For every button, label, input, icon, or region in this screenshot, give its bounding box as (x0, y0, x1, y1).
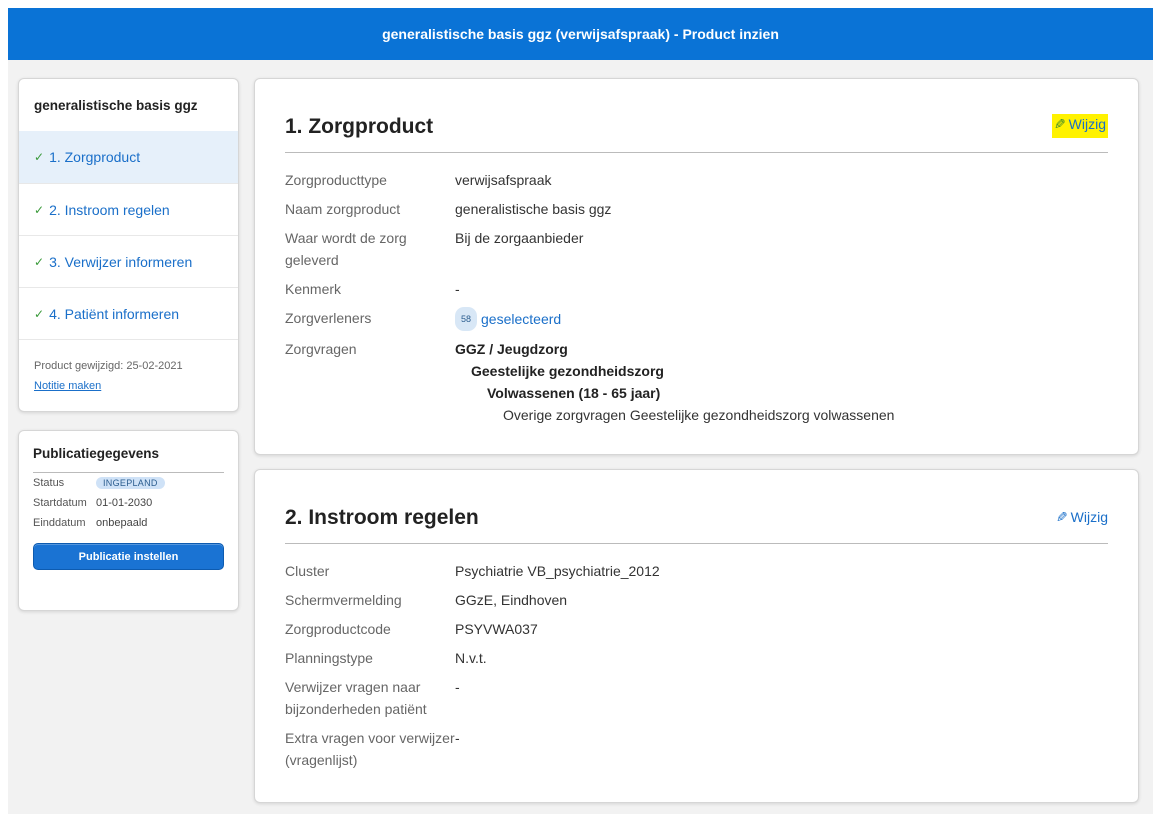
sidebar-item-label: 4. Patiënt informeren (49, 305, 180, 322)
detail-row: Zorgverleners 58 geselecteerd (285, 307, 1108, 331)
detail-value: N.v.t. (455, 650, 487, 666)
section-header: 2. Instroom regelen ✎ Wijzig (285, 506, 1108, 544)
start-value: 01-01-2030 (96, 497, 153, 509)
detail-key: Waar wordt de zorg geleverd (285, 230, 407, 268)
detail-value: - (455, 281, 460, 297)
tree-node: GGZ / Jeugdzorg (455, 341, 568, 357)
section-zorgproduct: 1. Zorgproduct ✎ Wijzig Zorgproducttype … (254, 78, 1139, 455)
edit-label: Wijzig (1070, 509, 1108, 525)
detail-key: Planningstype (285, 650, 373, 666)
tree-node: Geestelijke gezondheidszorg (471, 363, 664, 379)
end-label: Einddatum (33, 517, 86, 529)
detail-value: verwijsafspraak (455, 172, 552, 188)
detail-value: PSYVWA037 (455, 621, 538, 637)
detail-key: Zorgverleners (285, 310, 372, 326)
edit-instroom-link[interactable]: ✎ Wijzig (1056, 506, 1108, 543)
page-title: generalistische basis ggz (verwijsafspra… (382, 26, 779, 42)
sidebar-nav: generalistische basis ggz ✓ 1. Zorgprodu… (18, 78, 239, 412)
section-title: 2. Instroom regelen (285, 506, 479, 529)
end-row: Einddatum onbepaald (33, 513, 224, 533)
detail-value: - (455, 679, 460, 695)
detail-value: GGzE, Eindhoven (455, 592, 568, 608)
detail-key: Zorgproductcode (285, 621, 391, 637)
detail-key: Verwijzer vragen naar bijzonderheden pat… (285, 679, 427, 717)
detail-key: Cluster (285, 563, 330, 579)
pencil-icon: ✎ (1053, 116, 1066, 132)
detail-key: Naam zorgproduct (285, 201, 401, 217)
sidebar-item-label: 3. Verwijzer informeren (49, 253, 193, 270)
detail-key: Zorgproducttype (285, 172, 387, 188)
publication-card: Publicatiegegevens Status INGEPLAND Star… (18, 430, 239, 611)
check-icon: ✓ (34, 202, 45, 217)
check-icon: ✓ (34, 150, 45, 164)
end-value: onbepaald (96, 517, 148, 529)
pencil-icon: ✎ (1055, 509, 1068, 525)
page-header: generalistische basis ggz (verwijsafspra… (8, 8, 1153, 60)
detail-row: Schermvermelding GGzE, Eindhoven (285, 589, 1108, 611)
product-meta: Product gewijzigd: 25-02-2021 Notitie ma… (19, 339, 238, 413)
start-row: Startdatum 01-01-2030 (33, 493, 224, 513)
note-link[interactable]: Notitie maken (34, 380, 101, 392)
check-icon: ✓ (34, 306, 45, 321)
status-row: Status INGEPLAND (33, 473, 224, 493)
sidebar-title: generalistische basis ggz (34, 98, 198, 113)
selected-providers-link[interactable]: geselecteerd (481, 311, 561, 327)
tree-node: Volwassenen (18 - 65 jaar) (487, 385, 661, 401)
detail-value: Bij de zorgaanbieder (455, 230, 584, 246)
detail-row: Naam zorgproduct generalistische basis g… (285, 198, 1108, 220)
detail-row: Kenmerk - (285, 278, 1108, 300)
status-label: Status (33, 477, 65, 489)
detail-value: generalistische basis ggz (455, 201, 612, 217)
detail-value: - (455, 730, 460, 746)
detail-key: Zorgvragen (285, 341, 357, 357)
detail-row: Extra vragen voor verwijzer (vragenlijst… (285, 727, 1108, 771)
check-icon: ✓ (34, 254, 45, 269)
care-questions-tree: GGZ / Jeugdzorg Geestelijke gezondheidsz… (455, 338, 894, 426)
detail-row: Waar wordt de zorg geleverd Bij de zorga… (285, 227, 1108, 271)
detail-row: Verwijzer vragen naar bijzonderheden pat… (285, 676, 1108, 720)
detail-value: Psychiatrie VB_psychiatrie_2012 (455, 563, 660, 579)
tree-node: Overige zorgvragen Geestelijke gezondhei… (503, 407, 895, 423)
publication-settings-button[interactable]: Publicatie instellen (33, 543, 224, 570)
detail-row: Zorgvragen GGZ / Jeugdzorg Geestelijke g… (285, 338, 1108, 426)
detail-row: Zorgproducttype verwijsafspraak (285, 169, 1108, 191)
sidebar-item-patient[interactable]: ✓ 4. Patiënt informeren (19, 287, 238, 339)
start-label: Startdatum (33, 497, 87, 509)
edit-zorgproduct-link[interactable]: ✎ Wijzig (1051, 114, 1108, 138)
section-header: 1. Zorgproduct ✎ Wijzig (285, 114, 1108, 153)
detail-value: 58 geselecteerd (455, 307, 561, 331)
sidebar-item-zorgproduct[interactable]: ✓ 1. Zorgproduct (19, 131, 238, 183)
section-instroom: 2. Instroom regelen ✎ Wijzig Cluster Psy… (254, 469, 1139, 803)
section-title: 1. Zorgproduct (285, 115, 434, 138)
sidebar-item-verwijzer[interactable]: ✓ 3. Verwijzer informeren (19, 235, 238, 287)
status-badge: INGEPLAND (96, 477, 165, 489)
detail-key: Kenmerk (285, 281, 342, 297)
sidebar-item-label: 1. Zorgproduct (49, 149, 141, 165)
detail-list: Zorgproducttype verwijsafspraak Naam zor… (285, 169, 1108, 433)
sidebar-item-instroom[interactable]: ✓ 2. Instroom regelen (19, 183, 238, 235)
count-badge: 58 (455, 307, 478, 331)
detail-key: Schermvermelding (285, 592, 402, 608)
detail-row: Zorgproductcode PSYVWA037 (285, 618, 1108, 640)
publication-title: Publicatiegegevens (33, 431, 224, 473)
sidebar-item-label: 2. Instroom regelen (49, 201, 170, 218)
edit-label: Wijzig (1068, 116, 1106, 132)
detail-list: Cluster Psychiatrie VB_psychiatrie_2012 … (285, 560, 1108, 778)
detail-row: Planningstype N.v.t. (285, 647, 1108, 669)
detail-row: Cluster Psychiatrie VB_psychiatrie_2012 (285, 560, 1108, 582)
modified-date: Product gewijzigd: 25-02-2021 (34, 360, 183, 372)
detail-key: Extra vragen voor verwijzer (vragenlijst… (285, 730, 455, 768)
